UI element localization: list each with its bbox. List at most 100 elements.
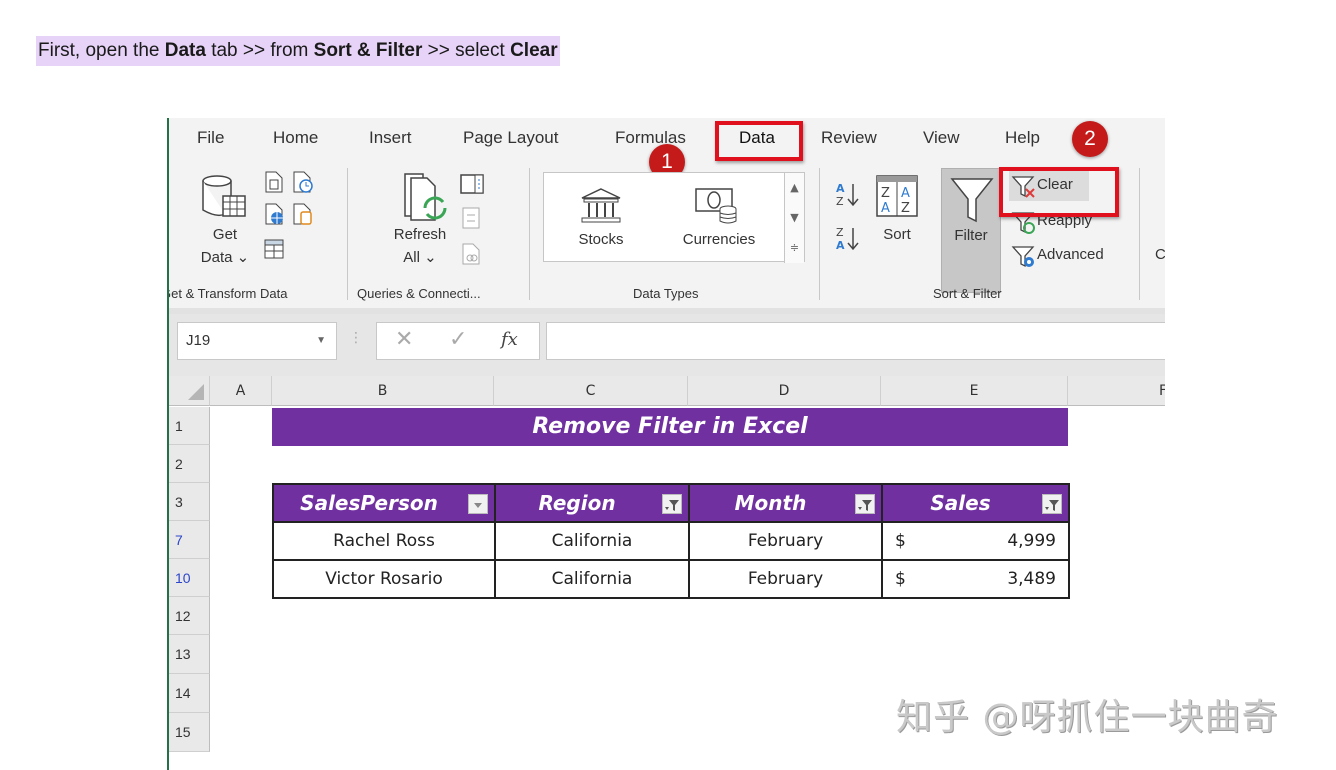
advanced-button[interactable]: Advanced	[1037, 246, 1104, 263]
gallery-scroll-down[interactable]: ▼	[784, 203, 804, 233]
from-web-icon[interactable]	[264, 202, 286, 230]
svg-text:A: A	[901, 186, 910, 201]
column-header-c[interactable]: C	[494, 376, 688, 406]
cell-salesperson[interactable]: Rachel Ross	[272, 521, 496, 561]
existing-connections-icon[interactable]	[292, 202, 314, 230]
formula-bar-grip-icon[interactable]: ⋮	[349, 330, 363, 346]
group-separator	[529, 168, 530, 300]
insert-function-icon[interactable]: fx	[501, 329, 518, 350]
row-header-2[interactable]: 2	[169, 445, 210, 483]
row-header-10[interactable]: 10	[169, 559, 210, 597]
sort-dialog-icon: Z A A Z	[876, 175, 918, 217]
funnel-icon	[950, 178, 994, 223]
sort-z-to-a-button[interactable]: Z A	[835, 224, 861, 258]
column-header-f[interactable]: F	[1068, 376, 1165, 406]
instruction-bold-data: Data	[164, 40, 206, 61]
tab-help[interactable]: Help	[1005, 128, 1040, 148]
cancel-icon[interactable]: ✕	[395, 327, 413, 352]
cell-sales[interactable]: $3,489	[881, 559, 1070, 599]
column-header-b[interactable]: B	[272, 376, 494, 406]
edit-links-icon[interactable]	[461, 242, 481, 270]
header-month: Month	[688, 483, 883, 523]
header-label: Month	[734, 491, 807, 515]
row-header-3[interactable]: 3	[169, 483, 210, 521]
header-sales: Sales	[881, 483, 1070, 523]
cell-month[interactable]: February	[688, 559, 883, 599]
next-group-partial[interactable]: C	[1155, 246, 1165, 263]
cell-month[interactable]: February	[688, 521, 883, 561]
refresh-all-label: Refresh	[393, 226, 447, 243]
row-header-1[interactable]: 1	[169, 407, 210, 445]
currency-icon	[695, 188, 737, 224]
formula-input[interactable]	[546, 322, 1165, 360]
group-label-sort-filter: Sort & Filter	[933, 286, 1002, 301]
currency-symbol: $	[895, 531, 906, 551]
from-text-csv-icon[interactable]	[264, 170, 284, 198]
instruction-text: tab >> from	[205, 40, 314, 61]
data-types-gallery: Stocks Currencies ▲ ▼ ≑	[543, 172, 805, 263]
name-box-dropdown-icon[interactable]: ▼	[316, 323, 326, 359]
refresh-all-button[interactable]	[403, 172, 453, 228]
svg-text:Z: Z	[881, 186, 890, 201]
sort-descending-icon: Z A	[836, 226, 859, 252]
cell-region[interactable]: California	[494, 521, 690, 561]
filter-dropdown-button[interactable]	[468, 494, 488, 514]
group-label-queries: Queries & Connecti...	[357, 286, 481, 301]
select-all-corner[interactable]	[169, 376, 210, 406]
watermark: 知乎 @呀抓住一块曲奇	[896, 697, 1279, 738]
svg-text:Z: Z	[836, 195, 844, 208]
tab-insert[interactable]: Insert	[369, 128, 412, 148]
filter-applied-button[interactable]	[1042, 494, 1062, 514]
filter-applied-button[interactable]	[855, 494, 875, 514]
stocks-label: Stocks	[578, 231, 624, 248]
row-header-15[interactable]: 15	[169, 713, 210, 752]
database-table-icon	[202, 175, 246, 217]
currency-symbol: $	[895, 569, 906, 589]
highlight-clear-button	[999, 167, 1119, 217]
row-header-12[interactable]: 12	[169, 597, 210, 635]
enter-check-icon[interactable]: ✓	[449, 327, 467, 352]
column-header-d[interactable]: D	[688, 376, 881, 406]
tab-review[interactable]: Review	[821, 128, 877, 148]
recent-sources-icon[interactable]	[292, 170, 314, 198]
cell-salesperson[interactable]: Victor Rosario	[272, 559, 496, 599]
get-data-label-2: Data ⌄	[200, 249, 250, 266]
group-label-get-transform: Get & Transform Data	[167, 286, 288, 301]
sort-a-to-z-button[interactable]: A Z	[835, 180, 861, 214]
table-row: Rachel Ross California February $4,999	[272, 521, 1070, 561]
stocks-button[interactable]	[580, 187, 622, 227]
cell-sales[interactable]: $4,999	[881, 521, 1070, 561]
highlight-data-tab	[715, 121, 803, 161]
currencies-button[interactable]	[694, 185, 738, 229]
cell-region[interactable]: California	[494, 559, 690, 599]
group-separator	[347, 168, 348, 300]
get-data-label: Get	[212, 226, 238, 243]
gallery-scroll-up[interactable]: ▲	[784, 173, 804, 203]
gallery-more-button[interactable]: ≑	[784, 233, 804, 263]
sort-button[interactable]: Z A A Z	[875, 174, 919, 222]
get-data-button[interactable]	[199, 172, 249, 226]
tab-view[interactable]: View	[923, 128, 960, 148]
tab-file[interactable]: File	[197, 128, 224, 148]
row-header-7[interactable]: 7	[169, 521, 210, 559]
group-separator	[1139, 168, 1140, 300]
tab-home[interactable]: Home	[273, 128, 318, 148]
row-header-13[interactable]: 13	[169, 635, 210, 674]
sheet-title: Remove Filter in Excel	[272, 408, 1068, 446]
column-header-a[interactable]: A	[210, 376, 272, 406]
from-table-range-icon[interactable]	[263, 238, 285, 264]
row-header-14[interactable]: 14	[169, 674, 210, 713]
name-box[interactable]: J19 ▼	[177, 322, 337, 360]
group-separator	[819, 168, 820, 300]
step-badge-2: 2	[1072, 121, 1108, 157]
filter-applied-button[interactable]	[662, 494, 682, 514]
sales-table: SalesPerson Region Month Sales Rachel Ro…	[272, 483, 1070, 599]
queries-connections-icon[interactable]	[459, 173, 485, 199]
properties-icon[interactable]	[461, 206, 481, 234]
tab-page-layout[interactable]: Page Layout	[463, 128, 558, 148]
formula-bar: J19 ▼ ⋮ ✕ ✓ fx	[169, 314, 1165, 376]
svg-text:A: A	[881, 201, 890, 216]
column-header-e[interactable]: E	[881, 376, 1068, 406]
filter-button[interactable]: Filter	[941, 168, 1001, 293]
header-label: Sales	[930, 491, 991, 515]
